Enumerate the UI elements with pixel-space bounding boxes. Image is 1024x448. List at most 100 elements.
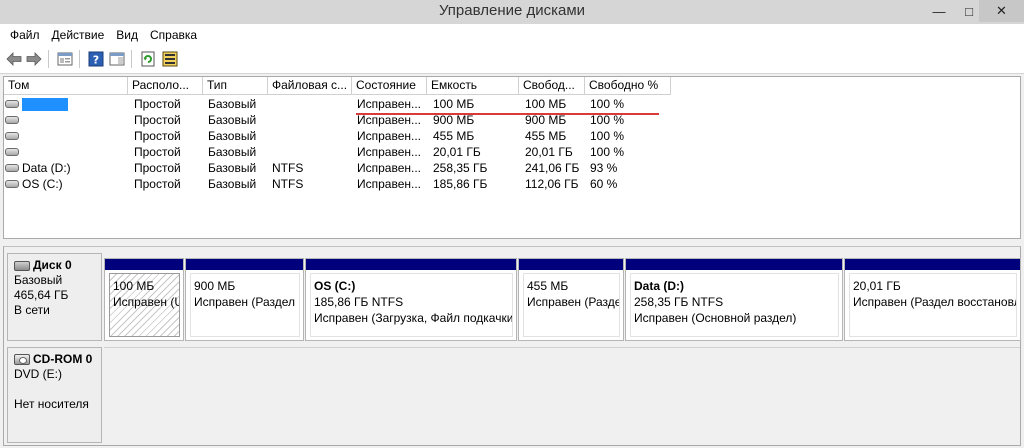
partition-status: Исправен (Загрузка, Файл подкачки, (314, 311, 513, 325)
volume-icon (5, 116, 19, 124)
table-row[interactable]: Простой Базовый Исправен... 455 МБ 455 М… (4, 128, 1020, 144)
partition-body: 900 МБ Исправен (Раздел в (190, 273, 300, 337)
capacity-cell: 100 МБ (433, 97, 475, 111)
partition-size: 455 МБ (527, 279, 569, 293)
console-tree-button[interactable] (56, 50, 74, 68)
cdrom-0-label[interactable]: CD-ROM 0 DVD (E:) Нет носителя (7, 347, 102, 443)
status-cell: Исправен... (357, 113, 422, 127)
column-header-filesystem[interactable]: Файловая с... (268, 77, 352, 95)
free-space-cell: 900 МБ (525, 113, 567, 127)
partition-body: 20,01 ГБ Исправен (Раздел восстановле (849, 273, 1017, 337)
volume-icon (5, 148, 19, 156)
column-header-capacity[interactable]: Емкость (427, 77, 519, 95)
partition-size: 900 МБ (194, 279, 236, 293)
table-row[interactable]: Простой Базовый Исправен... 20,01 ГБ 20,… (4, 144, 1020, 160)
filesystem-cell: NTFS (272, 177, 304, 191)
partition-size: 185,86 ГБ NTFS (314, 295, 404, 309)
redacted-volume-name (22, 97, 68, 111)
column-header-layout[interactable]: Располо... (128, 77, 203, 95)
partition-body: Data (D:) 258,35 ГБ NTFS Исправен (Основ… (630, 273, 839, 337)
partition-system-reserved[interactable]: 100 МБ Исправен (U (104, 258, 184, 341)
partition-bar (519, 259, 623, 270)
layout-cell: Простой (134, 145, 181, 159)
table-row[interactable]: Data (D:) Простой Базовый NTFS Исправен.… (4, 160, 1020, 176)
cdrom-0-name: CD-ROM 0 (33, 352, 93, 366)
table-row[interactable]: Простой Базовый Исправен... 900 МБ 900 М… (4, 112, 1020, 128)
partition-os-c[interactable]: OS (C:) 185,86 ГБ NTFS Исправен (Загрузк… (305, 258, 517, 341)
forward-button[interactable] (25, 50, 43, 68)
column-header-free-space[interactable]: Свобод... (519, 77, 585, 95)
volume-name-cell (4, 112, 128, 128)
type-cell: Базовый (208, 161, 257, 175)
capacity-cell: 258,35 ГБ (433, 161, 488, 175)
status-cell: Исправен... (357, 129, 422, 143)
close-button[interactable]: ✕ (979, 0, 1024, 22)
status-cell: Исправен... (357, 97, 422, 111)
hard-disk-icon (14, 260, 30, 271)
refresh-button[interactable] (139, 50, 157, 68)
cdrom-0-state: Нет носителя (14, 397, 89, 411)
menu-file[interactable]: Файл (4, 28, 46, 42)
type-cell: Базовый (208, 97, 257, 111)
partition-body: 100 МБ Исправен (U (109, 273, 180, 337)
capacity-cell: 455 МБ (433, 129, 475, 143)
layout-cell: Простой (134, 129, 181, 143)
table-row[interactable]: Простой Базовый Исправен... 100 МБ 100 М… (4, 96, 1020, 112)
partition-455mb[interactable]: 455 МБ Исправен (Разде (518, 258, 624, 341)
capacity-cell: 185,86 ГБ (433, 177, 488, 191)
toolbar: ? (0, 45, 1024, 74)
status-cell: Исправен... (357, 177, 422, 191)
toolbar-separator (131, 50, 132, 68)
partition-recovery-1[interactable]: 900 МБ Исправен (Раздел в (185, 258, 304, 341)
properties-icon (162, 51, 178, 67)
details-pane-button[interactable] (108, 50, 126, 68)
free-percent-cell: 100 % (590, 97, 625, 111)
column-header-free-percent[interactable]: Свободно % (585, 77, 671, 95)
menu-bar: Файл Действие Вид Справка (0, 24, 1024, 45)
volume-icon (5, 132, 19, 140)
filesystem-cell: NTFS (272, 161, 304, 175)
volume-name: Data (D:) (22, 161, 71, 175)
volume-list: Том Располо... Тип Файловая с... Состоян… (3, 76, 1021, 239)
toolbar-separator (48, 50, 49, 68)
partition-name: OS (C:) (314, 279, 356, 293)
partition-body: OS (C:) 185,86 ГБ NTFS Исправен (Загрузк… (310, 273, 513, 337)
help-button[interactable]: ? (87, 50, 105, 68)
filesystem-cell (272, 144, 352, 160)
filesystem-cell (272, 128, 352, 144)
menu-help[interactable]: Справка (144, 28, 203, 42)
properties-button[interactable] (161, 50, 179, 68)
column-header-type[interactable]: Тип (203, 77, 268, 95)
free-percent-cell: 93 % (590, 161, 618, 175)
forward-arrow-icon (26, 52, 42, 66)
minimize-button[interactable]: — (924, 0, 954, 22)
capacity-cell: 900 МБ (433, 113, 475, 127)
partition-size: 20,01 ГБ (853, 279, 901, 293)
disk-0-state: В сети (14, 303, 50, 317)
partition-status: Исправен (Раздел восстановле (853, 295, 1017, 309)
disk-0-label[interactable]: Диск 0 Базовый 465,64 ГБ В сети (7, 253, 102, 341)
cdrom-0-title: CD-ROM 0 (14, 352, 95, 367)
type-cell: Базовый (208, 145, 257, 159)
volume-name-cell (4, 128, 128, 144)
partition-data-d[interactable]: Data (D:) 258,35 ГБ NTFS Исправен (Основ… (625, 258, 843, 341)
back-button[interactable] (5, 50, 23, 68)
refresh-icon (141, 51, 155, 67)
partition-size: 258,35 ГБ NTFS (634, 295, 724, 309)
disk-0-size: 465,64 ГБ (14, 288, 69, 302)
menu-action[interactable]: Действие (46, 28, 111, 42)
type-cell: Базовый (208, 177, 257, 191)
volume-name-cell (4, 144, 128, 160)
column-header-volume[interactable]: Том (4, 77, 128, 95)
partition-recovery-2[interactable]: 20,01 ГБ Исправен (Раздел восстановле (844, 258, 1021, 341)
free-space-cell: 100 МБ (525, 97, 567, 111)
table-row[interactable]: OS (C:) Простой Базовый NTFS Исправен...… (4, 176, 1020, 192)
volume-name: OS (C:) (22, 177, 63, 191)
menu-view[interactable]: Вид (110, 28, 144, 42)
details-pane-icon (109, 52, 125, 66)
column-header-status[interactable]: Состояние (352, 77, 427, 95)
type-cell: Базовый (208, 113, 257, 127)
back-arrow-icon (6, 52, 22, 66)
disk-0-name: Диск 0 (33, 258, 72, 272)
layout-cell: Простой (134, 113, 181, 127)
